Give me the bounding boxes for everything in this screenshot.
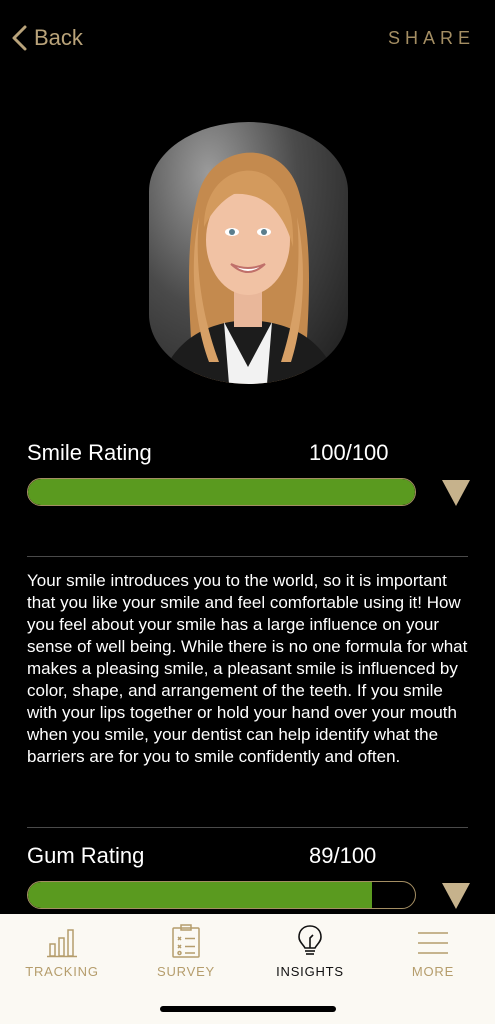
smile-rating-bar bbox=[27, 478, 416, 506]
profile-photo bbox=[149, 122, 348, 384]
smile-rating-expand-toggle[interactable] bbox=[442, 480, 470, 506]
tab-survey[interactable]: SURVEY bbox=[124, 914, 248, 994]
share-button[interactable]: SHARE bbox=[388, 28, 475, 49]
clipboard-icon bbox=[172, 924, 200, 958]
bar-chart-icon bbox=[47, 929, 77, 958]
tab-more-label: MORE bbox=[411, 964, 455, 979]
lightbulb-icon bbox=[298, 925, 322, 955]
back-button[interactable]: Back bbox=[10, 24, 83, 52]
gum-rating-bar bbox=[27, 881, 416, 909]
tab-more[interactable]: MORE bbox=[371, 914, 495, 994]
tab-survey-label: SURVEY bbox=[156, 964, 216, 979]
menu-icon bbox=[418, 932, 448, 954]
tab-tracking[interactable]: TRACKING bbox=[0, 914, 124, 994]
smile-description: Your smile introduces you to the world, … bbox=[27, 571, 468, 766]
home-indicator bbox=[160, 1006, 336, 1012]
gum-rating-expand-toggle[interactable] bbox=[442, 883, 470, 909]
back-label: Back bbox=[34, 25, 83, 50]
divider bbox=[27, 556, 468, 557]
smile-rating-score: 100/100 bbox=[309, 440, 389, 465]
portrait-image bbox=[159, 152, 339, 384]
gum-rating-label: Gum Rating bbox=[27, 843, 145, 868]
gum-rating-score: 89/100 bbox=[309, 843, 377, 868]
smile-rating-fill bbox=[28, 479, 415, 505]
tab-tracking-label: TRACKING bbox=[25, 964, 99, 979]
top-bar: Back SHARE bbox=[0, 0, 495, 80]
gum-rating-fill bbox=[28, 882, 373, 908]
tab-insights-label: INSIGHTS bbox=[276, 964, 344, 979]
smile-rating-label: Smile Rating bbox=[27, 440, 152, 465]
chevron-left-icon bbox=[12, 25, 27, 51]
tab-insights[interactable]: INSIGHTS bbox=[248, 914, 372, 994]
divider bbox=[27, 827, 468, 828]
